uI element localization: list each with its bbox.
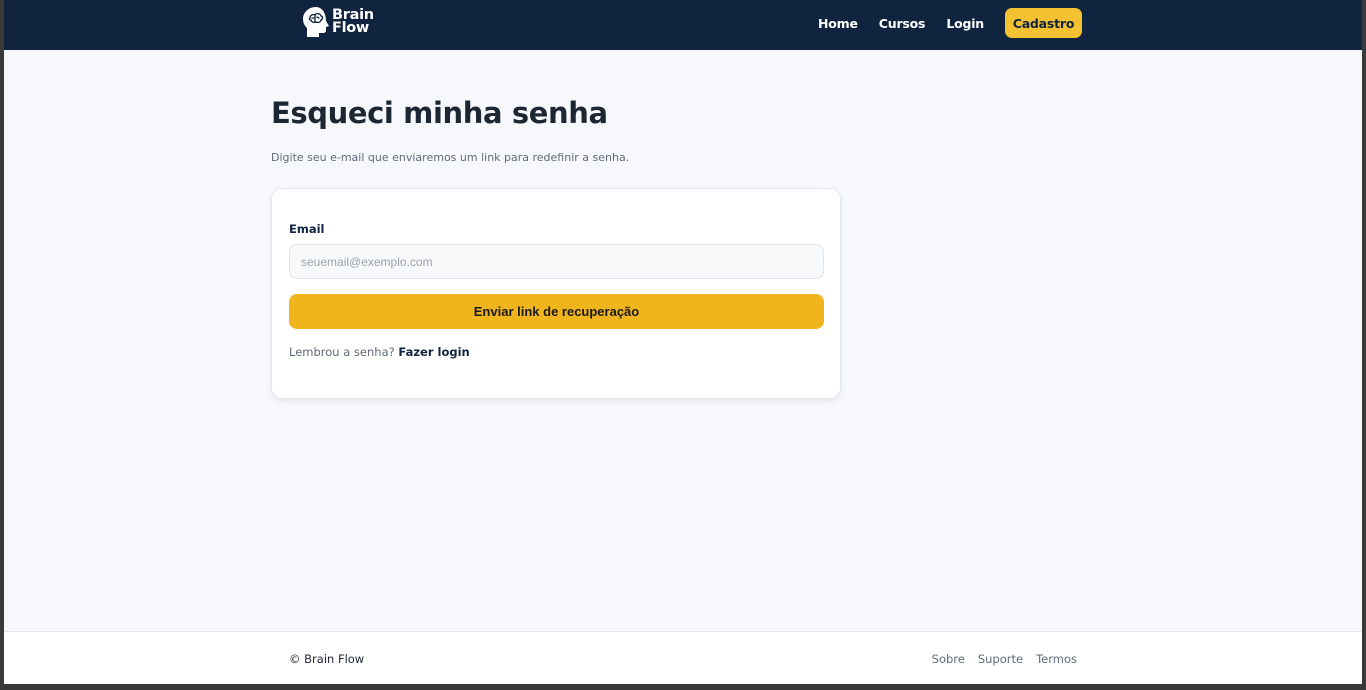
main-nav: Home Cursos Login Cadastro [797,8,1082,38]
footer-terms-link[interactable]: Termos [1036,652,1077,666]
remember-password-row: Lembrou a senha? Fazer login [289,345,470,359]
copyright-text: © Brain Flow [289,652,365,666]
page-subtitle: Digite seu e-mail que enviaremos um link… [271,151,630,164]
footer-links: Sobre Suporte Termos [919,652,1077,666]
page-title: Esqueci minha senha [271,96,608,130]
nav-courses-link[interactable]: Cursos [879,16,926,31]
top-navbar: Brain Flow Home Cursos Login Cadastro [4,0,1362,50]
email-label: Email [289,222,325,236]
email-input[interactable] [289,244,824,279]
brand-logo[interactable]: Brain Flow [301,4,374,40]
login-link[interactable]: Fazer login [398,345,469,359]
brand-line-2: Flow [332,20,370,36]
browser-viewport: Brain Flow Home Cursos Login Cadastro Es… [4,0,1362,684]
brain-head-icon [303,7,329,37]
remember-password-text: Lembrou a senha? [289,345,395,359]
brand-name: Brain Flow [332,8,374,36]
footer-support-link[interactable]: Suporte [978,652,1023,666]
signup-button[interactable]: Cadastro [1005,8,1082,38]
password-reset-card: Email Enviar link de recuperação Lembrou… [271,188,841,399]
nav-login-link[interactable]: Login [946,16,984,31]
page-footer: © Brain Flow Sobre Suporte Termos [4,631,1362,684]
send-recovery-link-button[interactable]: Enviar link de recuperação [289,294,824,329]
footer-about-link[interactable]: Sobre [932,652,965,666]
nav-home-link[interactable]: Home [818,16,858,31]
